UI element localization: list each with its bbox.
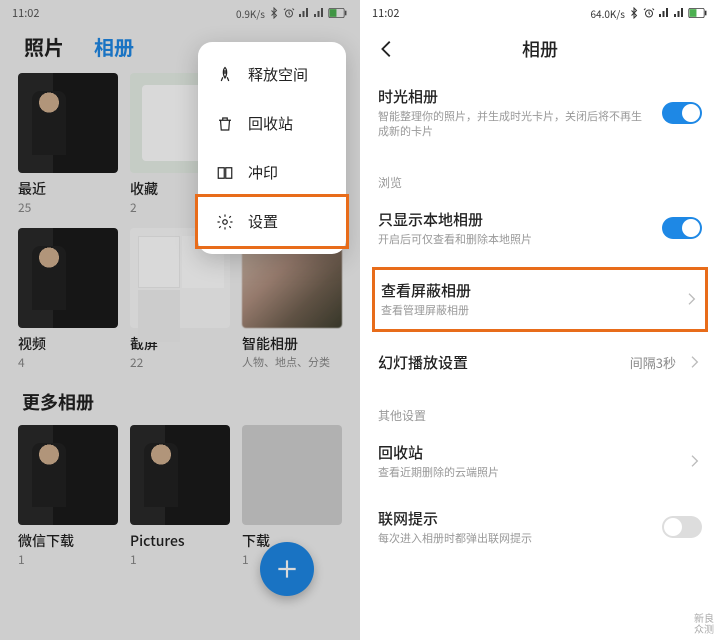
setting-slideshow[interactable]: 幻灯播放设置 间隔3秒 xyxy=(378,338,702,387)
setting-title: 联网提示 xyxy=(378,508,652,529)
toggle-on[interactable] xyxy=(662,217,702,239)
album-count: 1 xyxy=(130,551,230,568)
menu-label: 回收站 xyxy=(248,113,293,134)
status-right: 0.9K/s xyxy=(236,6,348,21)
menu-recycle[interactable]: 回收站 xyxy=(198,99,346,148)
album-sub: 人物、地点、分类 xyxy=(242,354,342,370)
album-count: 1 xyxy=(18,551,118,568)
album-thumbnail xyxy=(242,425,342,525)
rocket-icon xyxy=(216,66,234,84)
album-thumbnail xyxy=(18,73,118,173)
alarm-icon xyxy=(283,7,295,19)
setting-local-only[interactable]: 只显示本地相册 开启后可仅查看和删除本地照片 xyxy=(378,195,702,261)
status-speed: 64.0K/s xyxy=(591,6,626,21)
menu-label: 冲印 xyxy=(248,162,278,183)
album-video[interactable]: 视频 4 xyxy=(18,228,118,371)
setting-sub: 开启后可仅查看和删除本地照片 xyxy=(378,232,652,247)
wifi-icon xyxy=(313,7,325,19)
album-thumbnail xyxy=(18,228,118,328)
status-time: 11:02 xyxy=(372,5,399,21)
album-name: 最近 xyxy=(18,179,118,199)
plus-icon xyxy=(274,556,300,582)
album-recent[interactable]: 最近 25 xyxy=(18,73,118,216)
header: 相册 xyxy=(360,26,720,72)
menu-free-space[interactable]: 释放空间 xyxy=(198,50,346,99)
status-time: 11:02 xyxy=(12,5,39,21)
group-browse: 浏览 xyxy=(378,154,702,195)
album-wechat[interactable]: 微信下载 1 xyxy=(18,425,118,568)
menu-label: 设置 xyxy=(248,211,278,232)
chevron-right-icon xyxy=(686,354,702,370)
setting-recycle[interactable]: 回收站 查看近期删除的云端照片 xyxy=(378,428,702,494)
wifi-icon xyxy=(673,7,685,19)
setting-sub: 每次进入相册时都弹出联网提示 xyxy=(378,531,652,546)
album-name: 视频 xyxy=(18,334,118,354)
menu-print[interactable]: 冲印 xyxy=(198,148,346,197)
menu-settings[interactable]: 设置 xyxy=(195,194,349,249)
setting-title: 幻灯播放设置 xyxy=(378,352,620,373)
setting-value: 间隔3秒 xyxy=(630,353,676,372)
setting-title: 查看屏蔽相册 xyxy=(381,280,673,301)
gallery-screen: 11:02 0.9K/s 照片 相册 最近 25 收藏 2 xyxy=(0,0,360,640)
setting-title: 回收站 xyxy=(378,442,676,463)
overflow-menu: 释放空间 回收站 冲印 设置 xyxy=(198,42,346,254)
section-more-albums: 更多相册 xyxy=(0,371,360,425)
chevron-right-icon xyxy=(683,291,699,307)
album-count: 22 xyxy=(130,354,230,371)
book-icon xyxy=(216,164,234,182)
status-bar: 11:02 0.9K/s xyxy=(0,0,360,26)
tab-photos[interactable]: 照片 xyxy=(24,32,64,61)
album-settings-screen: 11:02 64.0K/s 相册 时光相册 智能整理你的照片，并生成时光卡片，关… xyxy=(360,0,720,640)
album-name: 截屏 xyxy=(130,334,230,354)
setting-time-album[interactable]: 时光相册 智能整理你的照片，并生成时光卡片，关闭后将不再生成新的卡片 xyxy=(378,72,702,154)
setting-network-prompt[interactable]: 联网提示 每次进入相册时都弹出联网提示 xyxy=(378,494,702,560)
setting-blocked-albums[interactable]: 查看屏蔽相册 查看管理屏蔽相册 xyxy=(372,267,708,331)
setting-title: 时光相册 xyxy=(378,86,652,107)
gear-icon xyxy=(216,213,234,231)
album-thumbnail xyxy=(18,425,118,525)
bluetooth-icon xyxy=(268,7,280,19)
setting-sub: 智能整理你的照片，并生成时光卡片，关闭后将不再生成新的卡片 xyxy=(378,109,652,140)
album-count: 4 xyxy=(18,354,118,371)
album-pictures[interactable]: Pictures 1 xyxy=(130,425,230,568)
album-name: 智能相册 xyxy=(242,334,342,354)
status-speed: 0.9K/s xyxy=(236,6,265,21)
status-bar: 11:02 64.0K/s xyxy=(360,0,720,26)
menu-label: 释放空间 xyxy=(248,64,308,85)
setting-sub: 查看管理屏蔽相册 xyxy=(381,303,673,318)
toggle-on[interactable] xyxy=(662,102,702,124)
back-icon[interactable] xyxy=(376,38,398,60)
album-count: 25 xyxy=(18,199,118,216)
signal-icon xyxy=(658,7,670,19)
album-name: Pictures xyxy=(130,531,230,551)
watermark: 新良 众测 xyxy=(694,612,714,634)
setting-title: 只显示本地相册 xyxy=(378,209,652,230)
battery-icon xyxy=(328,7,348,19)
signal-icon xyxy=(298,7,310,19)
trash-icon xyxy=(216,115,234,133)
chevron-right-icon xyxy=(686,453,702,469)
setting-sub: 查看近期删除的云端照片 xyxy=(378,465,676,480)
toggle-off[interactable] xyxy=(662,516,702,538)
album-thumbnail xyxy=(130,425,230,525)
settings-list: 时光相册 智能整理你的照片，并生成时光卡片，关闭后将不再生成新的卡片 浏览 只显… xyxy=(360,72,720,560)
tab-albums[interactable]: 相册 xyxy=(94,32,134,61)
battery-icon xyxy=(688,7,708,19)
album-name: 微信下载 xyxy=(18,531,118,551)
page-title: 相册 xyxy=(398,36,682,62)
group-other: 其他设置 xyxy=(378,387,702,428)
bluetooth-icon xyxy=(628,7,640,19)
alarm-icon xyxy=(643,7,655,19)
add-album-button[interactable] xyxy=(260,542,314,596)
status-right: 64.0K/s xyxy=(591,6,709,21)
album-grid-3: 微信下载 1 Pictures 1 下载 1 xyxy=(0,425,360,568)
